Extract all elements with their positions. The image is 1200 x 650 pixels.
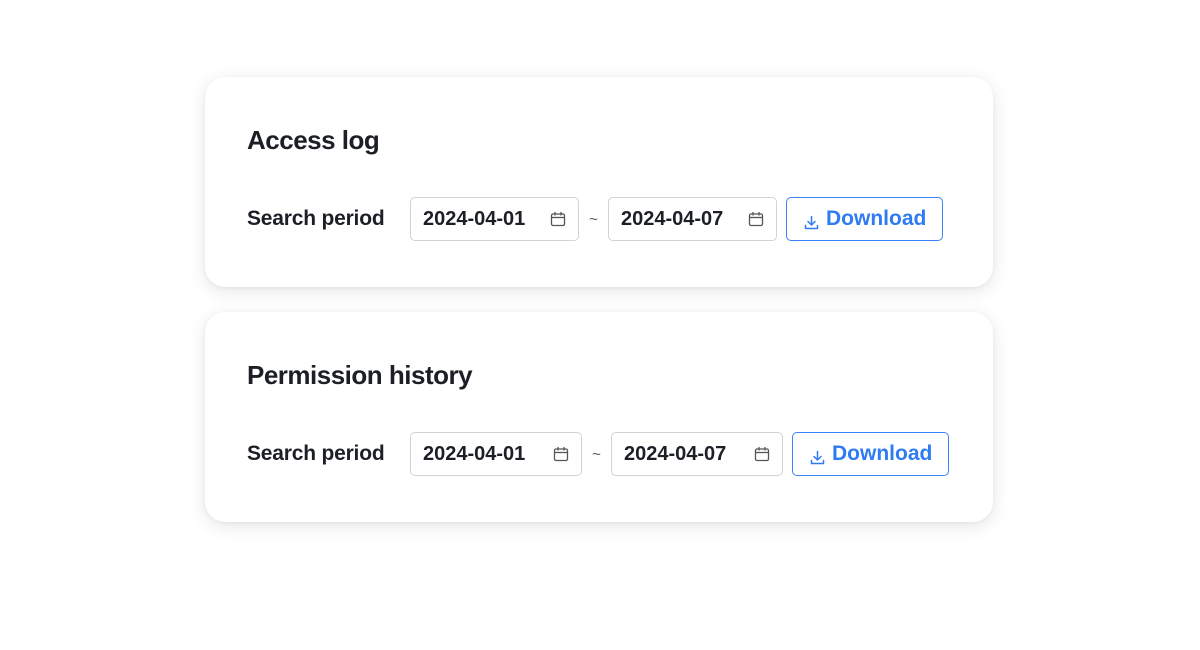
end-date-picker[interactable]: 2024-04-07 (611, 432, 783, 476)
start-date-value: 2024-04-01 (423, 442, 526, 465)
date-range-separator: ~ (589, 210, 598, 228)
download-button[interactable]: Download (792, 432, 950, 476)
calendar-icon[interactable] (754, 446, 770, 462)
download-button[interactable]: Download (786, 197, 944, 241)
search-period-label: Search period (247, 207, 385, 230)
download-icon (810, 447, 825, 464)
calendar-icon[interactable] (550, 211, 566, 227)
access-log-card: Access log Search period 2024-04-01 ~ 20… (205, 77, 993, 287)
calendar-icon[interactable] (553, 446, 569, 462)
calendar-icon[interactable] (748, 211, 764, 227)
date-range-separator: ~ (592, 445, 601, 463)
card-title: Access log (247, 125, 380, 155)
search-period-label: Search period (247, 442, 385, 465)
start-date-picker[interactable]: 2024-04-01 (410, 432, 582, 476)
search-period-row: Search period 2024-04-01 ~ 2024-04-07 Do… (247, 197, 944, 241)
start-date-value: 2024-04-01 (423, 207, 526, 230)
search-period-row: Search period 2024-04-01 ~ 2024-04-07 Do… (247, 432, 950, 476)
card-title: Permission history (247, 360, 473, 390)
end-date-value: 2024-04-07 (621, 207, 724, 230)
end-date-picker[interactable]: 2024-04-07 (608, 197, 777, 241)
download-label: Download (832, 442, 933, 465)
start-date-picker[interactable]: 2024-04-01 (410, 197, 579, 241)
end-date-value: 2024-04-07 (624, 442, 727, 465)
permission-history-card: Permission history Search period 2024-04… (205, 312, 993, 522)
download-label: Download (826, 207, 927, 230)
download-icon (804, 212, 819, 229)
